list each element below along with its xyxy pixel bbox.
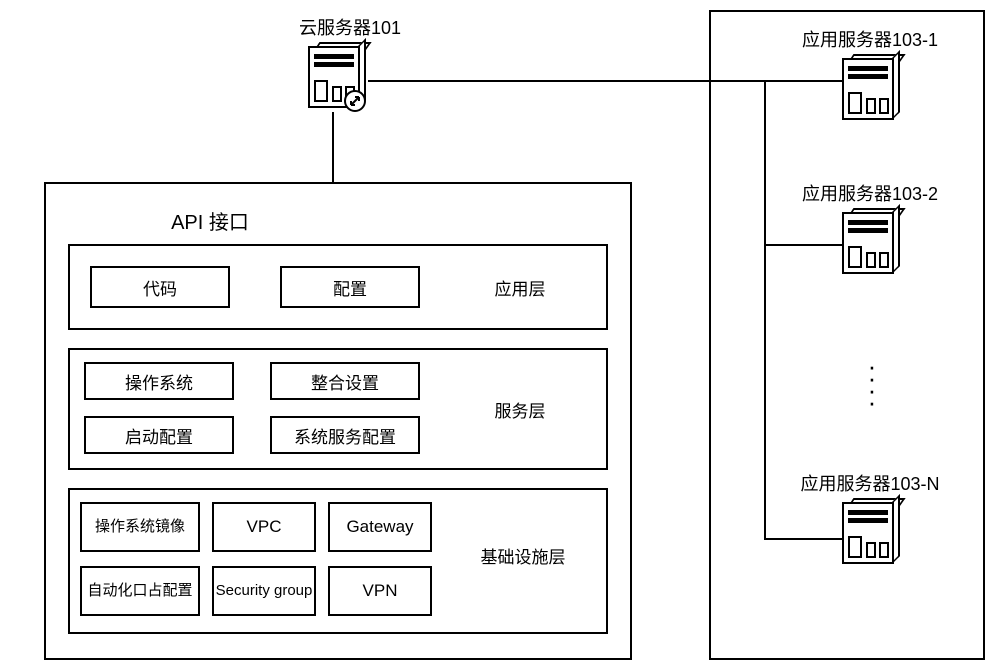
app-server-n-label: 应用服务器103-N [770, 470, 970, 496]
app-server-1-icon [842, 54, 898, 120]
app-layer-config: 配置 [280, 266, 420, 308]
app-layer-label: 应用层 [460, 266, 580, 308]
app-server-2-label: 应用服务器103-2 [770, 180, 970, 206]
service-sys-service: 系统服务配置 [270, 416, 420, 454]
api-title: API 接口 [150, 206, 270, 235]
infra-layer-label: 基础设施层 [448, 530, 598, 580]
service-boot: 启动配置 [84, 416, 234, 454]
diagram-canvas: 云服务器101 应用服务器103-1 应用服务器103-2 ···· 应用服务器… [0, 0, 1000, 671]
app-server-n-icon [842, 498, 898, 564]
cloud-server-label: 云服务器101 [260, 14, 440, 40]
infra-vpc: VPC [212, 502, 316, 552]
infra-auto: 自动化口占配置 [80, 566, 200, 616]
ellipsis-icon: ···· [862, 360, 882, 408]
app-server-1-label: 应用服务器103-1 [770, 26, 970, 52]
infra-vpn: VPN [328, 566, 432, 616]
app-layer-code: 代码 [90, 266, 230, 308]
cloud-server-icon [308, 42, 364, 108]
app-server-2-icon [842, 208, 898, 274]
service-os: 操作系统 [84, 362, 234, 400]
service-layer-label: 服务层 [460, 388, 580, 430]
infra-secgroup: Security group [212, 566, 316, 616]
infra-os-image: 操作系统镜像 [80, 502, 200, 552]
service-integration: 整合设置 [270, 362, 420, 400]
infra-gateway: Gateway [328, 502, 432, 552]
